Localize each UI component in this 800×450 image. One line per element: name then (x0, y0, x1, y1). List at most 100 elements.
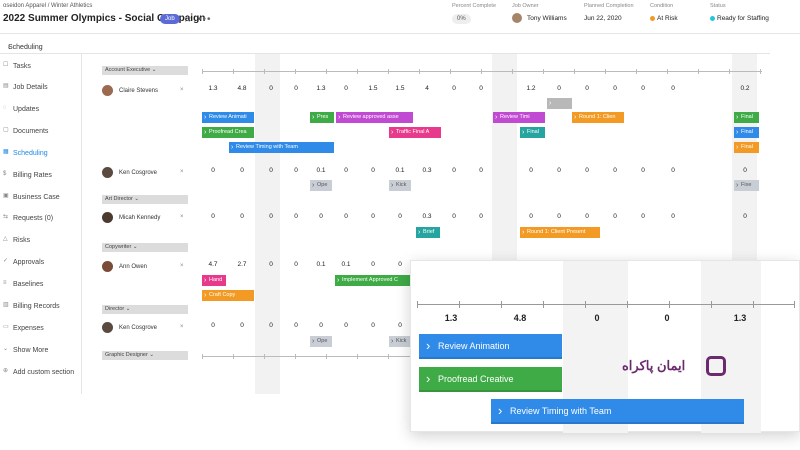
hours-cell: 0 (557, 213, 561, 220)
job-header: oseidon Apparel / Winter Athletics 2022 … (0, 0, 800, 34)
chevron-down-icon: ⌄ (132, 244, 138, 250)
more-options-icon[interactable]: ••• (198, 14, 212, 25)
sidebar-item-documents[interactable]: ▢ Documents (0, 122, 82, 142)
condition-value[interactable]: At Risk (650, 15, 678, 22)
person-name[interactable]: Claire Stevens (119, 88, 158, 94)
role-header-director[interactable]: Director ⌄ (102, 305, 188, 314)
hours-cell: 0 (641, 167, 645, 174)
status-dot-icon (710, 15, 715, 21)
sidebar-item-label: Scheduling (13, 150, 48, 157)
sidebar-item-baselines[interactable]: ≡ Baselines (0, 275, 82, 295)
task-bar[interactable]: Pres (310, 112, 334, 123)
role-header-graphic-designer[interactable]: Graphic Designer ⌄ (102, 351, 188, 360)
task-bar[interactable]: Review Animation (419, 333, 562, 359)
role-header-art-director[interactable]: Art Director ⌄ (102, 195, 188, 204)
hours-cell: 0 (585, 213, 589, 220)
task-bar[interactable]: Final (520, 127, 545, 138)
task-bar[interactable]: Round 1: Clien (572, 112, 624, 123)
sidebar-item-risks[interactable]: △ Risks (0, 231, 82, 251)
overallocation-bar (547, 98, 572, 109)
watermark-text: ایمان پاکراه (622, 358, 686, 373)
sidebar-item-scheduling[interactable]: ▦ Scheduling (0, 144, 82, 164)
task-bar[interactable]: Review Timing with Team (229, 142, 334, 153)
task-bar[interactable]: Traffic Final A (389, 127, 441, 138)
task-bar[interactable]: Ope (310, 180, 332, 191)
hours-cell: 0 (319, 213, 323, 220)
breadcrumb[interactable]: oseidon Apparel / Winter Athletics (3, 3, 92, 9)
hours-cell: 0 (240, 213, 244, 220)
task-bar[interactable]: Fixe (734, 180, 759, 191)
sidebar-item-business-case[interactable]: ▣ Business Case (0, 188, 82, 208)
sidebar-item-requests[interactable]: ⇆ Requests (0) (0, 209, 82, 229)
close-icon[interactable]: × (180, 324, 184, 330)
role-header-account-executive[interactable]: Account Executive ⌄ (102, 66, 188, 75)
planned-completion-value[interactable]: Jun 22, 2020 (584, 15, 622, 22)
task-bar[interactable]: Hand (202, 275, 226, 286)
section-label: Scheduling (8, 44, 43, 51)
task-bar[interactable]: Ope (310, 336, 332, 347)
sidebar-item-approvals[interactable]: ✓ Approvals (0, 253, 82, 273)
hours-cell: 0.3 (422, 167, 432, 174)
task-bar[interactable]: Proofread Crea (202, 127, 254, 138)
sidebar-item-billing-rates[interactable]: $ Billing Rates (0, 166, 82, 186)
task-bar[interactable]: Implement Approved C (335, 275, 410, 286)
person-name[interactable]: Ken Cosgrove (119, 325, 157, 331)
task-bar[interactable]: Review Timing with Team (491, 398, 744, 424)
hours-cell: 2.7 (237, 261, 247, 268)
hours-cell: 1.5 (395, 85, 405, 92)
role-header-copywriter[interactable]: Copywriter ⌄ (102, 243, 188, 252)
task-bar[interactable]: Proofread Creative (419, 366, 562, 392)
task-bar[interactable]: Kick (389, 336, 411, 347)
hours-cell: 4 (425, 85, 429, 92)
task-bar[interactable]: Final (734, 142, 759, 153)
close-icon[interactable]: × (180, 263, 184, 269)
star-icon[interactable]: ☆ (183, 14, 192, 25)
sidebar-item-tasks[interactable]: ☐ Tasks (0, 57, 82, 77)
condition-dot-icon (650, 15, 655, 21)
status-value[interactable]: Ready for Staffing (710, 15, 769, 22)
close-icon[interactable]: × (180, 169, 184, 175)
hours-cell: 0 (319, 322, 323, 329)
hours-cell: 4.7 (208, 261, 218, 268)
hours-cell: 0 (398, 261, 402, 268)
task-bar[interactable]: Review approved asse (336, 112, 413, 123)
status-text: Ready for Staffing (717, 15, 769, 22)
sidebar-item-label: Risks (13, 237, 31, 244)
hours-cell: 0 (398, 322, 402, 329)
task-bar[interactable]: Review Animati (202, 112, 254, 123)
person-name[interactable]: Micah Kennedy (119, 215, 160, 221)
hours-cell: 0 (344, 322, 348, 329)
person-name[interactable]: Ken Cosgrove (119, 170, 157, 176)
sidebar-item-billing-records[interactable]: ▥ Billing Records (0, 297, 82, 317)
role-label: Account Executive (105, 67, 151, 73)
hours-cell: 0 (613, 167, 617, 174)
person-name[interactable]: Ann Owen (119, 264, 147, 270)
task-bar[interactable]: Final (734, 112, 759, 123)
task-bar[interactable]: Brief (416, 227, 440, 238)
hours-cell: 0 (269, 167, 273, 174)
sidebar-item-updates[interactable]: ◌ Updates (0, 100, 82, 120)
close-icon[interactable]: × (180, 87, 184, 93)
hours-cell: 0 (371, 322, 375, 329)
sidebar-item-expenses[interactable]: ▭ Expenses (0, 319, 82, 339)
sidebar-add-custom-section[interactable]: ⊕ Add custom section (0, 363, 82, 383)
hours-cell: 1.3 (444, 313, 458, 323)
task-bar[interactable]: Review Timi (493, 112, 545, 123)
percent-complete-value: 0% (452, 14, 471, 24)
close-icon[interactable]: × (180, 214, 184, 220)
task-bar[interactable]: Kick (389, 180, 411, 191)
hours-cell: 0 (613, 85, 617, 92)
hours-cell: 0.3 (422, 213, 432, 220)
sidebar-show-more[interactable]: ⌄ Show More (0, 341, 82, 361)
hours-cell: 0 (743, 213, 747, 220)
sidebar: ☐ Tasks ▤ Job Details ◌ Updates ▢ Documents … (0, 54, 82, 394)
hours-cell: 0 (529, 167, 533, 174)
task-bar[interactable]: Round 1: Client Present (520, 227, 600, 238)
sidebar-item-job-details[interactable]: ▤ Job Details (0, 78, 82, 98)
task-bar[interactable]: Craft Copy (202, 290, 254, 301)
section-bar: ‹ Scheduling (0, 34, 770, 54)
task-bar[interactable]: Final (734, 127, 759, 138)
sidebar-item-label: Billing Records (13, 303, 60, 310)
hours-cell: 0 (344, 85, 348, 92)
job-owner-value[interactable]: Tony Williams (527, 15, 567, 22)
